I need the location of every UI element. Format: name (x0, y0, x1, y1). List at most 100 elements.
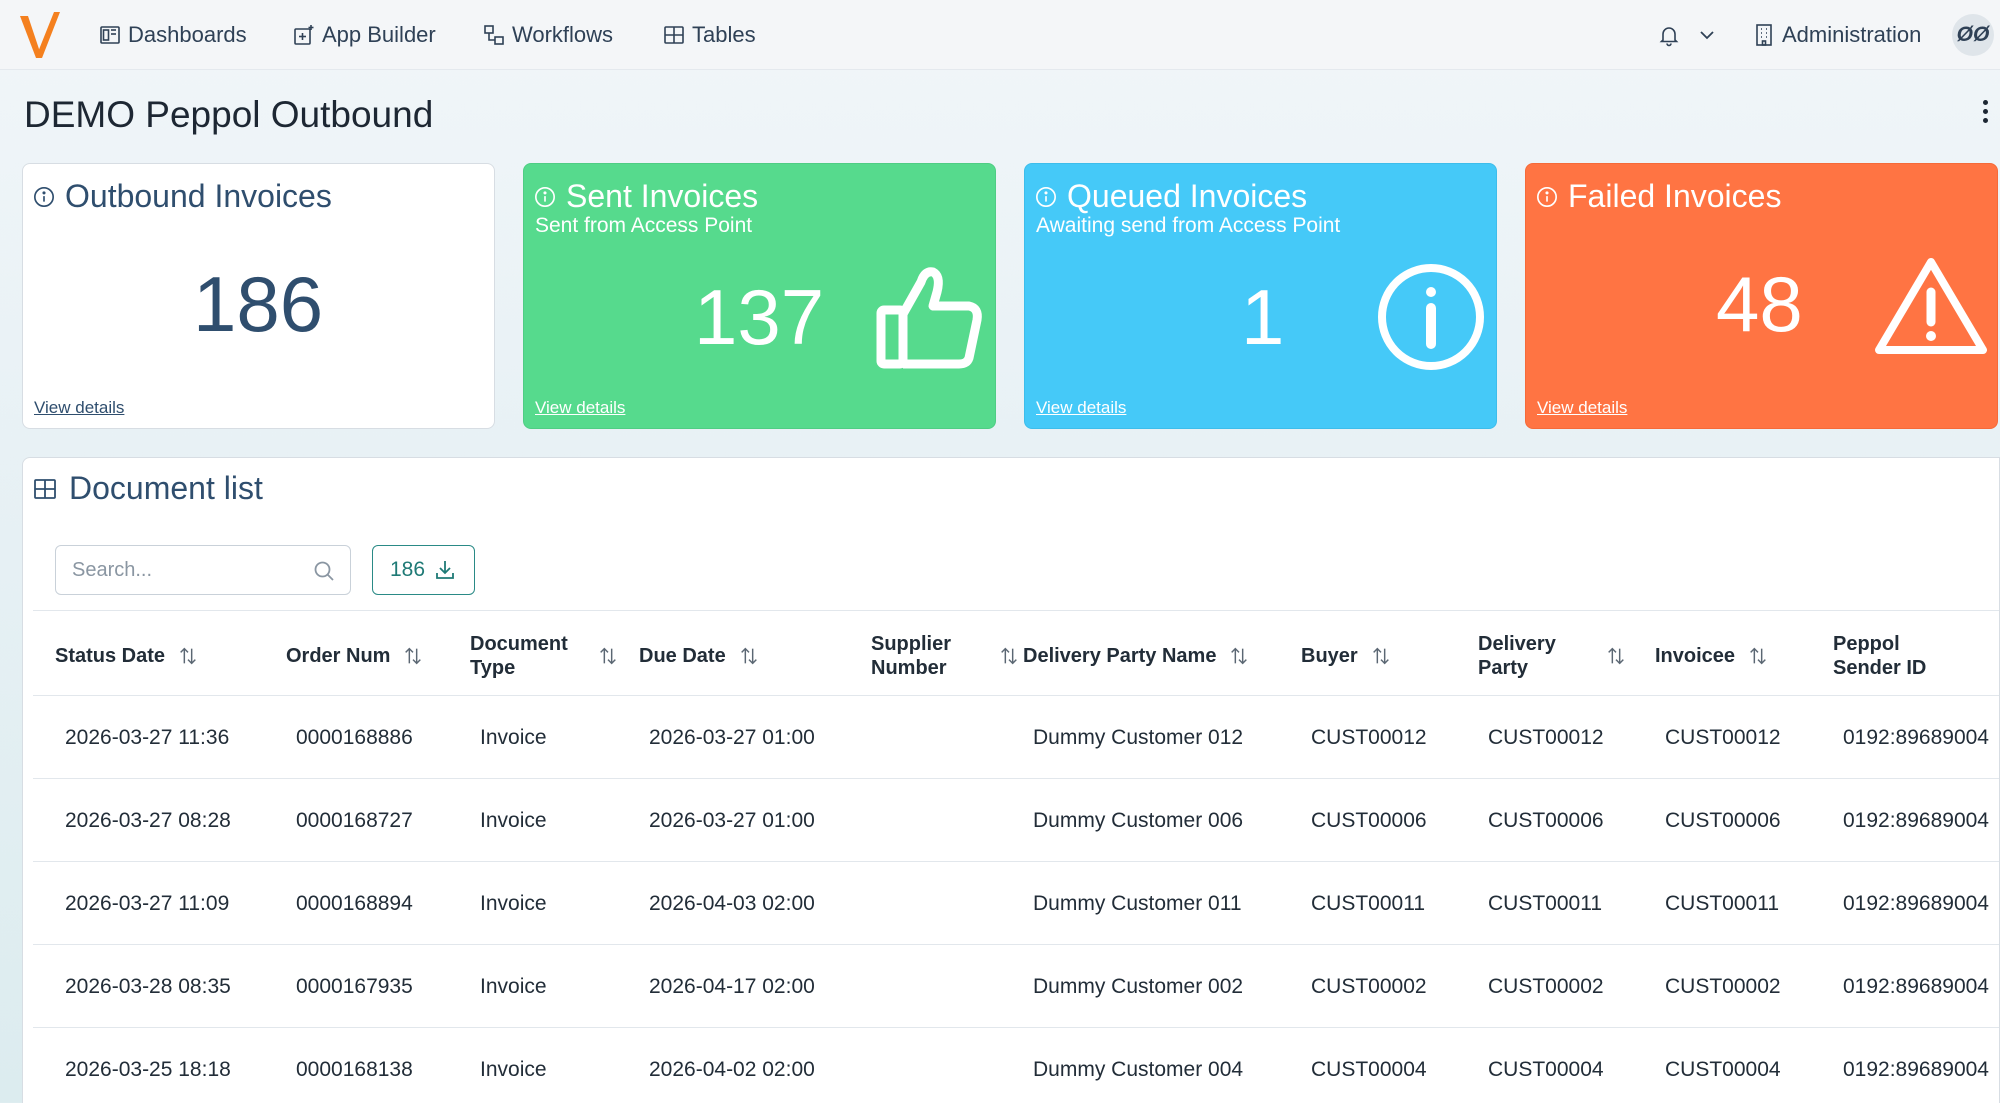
table-cell: CUST00012 (1488, 725, 1604, 749)
document-list-panel: Document list Search... 186 Status Date O… (22, 457, 2000, 1103)
column-header[interactable]: Delivery Party Name (1023, 628, 1250, 684)
table-cell: Invoice (480, 808, 547, 832)
table-cell: 2026-03-27 08:28 (65, 808, 231, 832)
card-title-label: Sent Invoices (566, 178, 759, 214)
table-cell: 0192:89689004 (1843, 808, 1989, 832)
nav-tables[interactable]: Tables (662, 20, 756, 50)
table-cell: 2026-03-28 08:35 (65, 974, 231, 998)
brand-logo[interactable] (16, 6, 64, 64)
column-header[interactable]: Order Num (286, 628, 424, 684)
table-row[interactable]: 2026-03-27 11:09 0000168894 Invoice 2026-04… (33, 861, 1999, 944)
sort-icon[interactable] (1370, 645, 1392, 667)
table-cell: CUST00004 (1311, 1057, 1427, 1081)
card-value: 1 (1241, 273, 1285, 361)
table-cell: Dummy Customer 002 (1033, 974, 1244, 998)
table-cell: CUST00002 (1488, 974, 1604, 998)
warning-icon (1875, 258, 1987, 354)
view-details-link[interactable]: View details (1036, 398, 1126, 418)
column-header-label: Peppol Sender ID (1833, 633, 1927, 679)
table-cell: Dummy Customer 004 (1033, 1057, 1244, 1081)
card-outbound-invoices: Outbound Invoices 186 View details (22, 163, 495, 429)
table-cell: Dummy Customer 006 (1033, 808, 1244, 832)
column-header[interactable]: Invoicee (1655, 628, 1769, 684)
table-cell: 0192:89689004 (1843, 974, 1989, 998)
sort-icon[interactable] (998, 645, 1020, 667)
table-cell: Dummy Customer 011 (1033, 891, 1242, 915)
table-row[interactable]: 2026-03-25 18:18 0000168138 Invoice 2026-04… (33, 1027, 1999, 1103)
nav-app-builder-label: App Builder (322, 22, 436, 47)
nav-administration[interactable]: Administration (1752, 20, 1921, 50)
table-row[interactable]: 2026-03-27 11:36 0000168886 Invoice 2026-03… (33, 695, 1999, 778)
table-row[interactable]: 2026-03-28 08:35 0000167935 Invoice 2026-04… (33, 944, 1999, 1027)
table-cell: 0000168894 (296, 891, 413, 915)
table-cell: CUST00002 (1311, 974, 1427, 998)
table-cell: CUST00004 (1488, 1057, 1604, 1081)
notifications-menu[interactable] (1657, 20, 1719, 50)
column-header[interactable]: Delivery Party (1478, 628, 1627, 684)
column-header[interactable]: Document Type (470, 628, 619, 684)
search-icon[interactable] (312, 559, 336, 583)
table-cell: 2026-04-02 02:00 (649, 1057, 815, 1081)
table-top-divider (33, 610, 1999, 611)
table-cell: 0000168138 (296, 1057, 413, 1081)
sort-icon[interactable] (402, 645, 424, 667)
app-builder-icon (294, 25, 314, 45)
table-cell: 0192:89689004 (1843, 725, 1989, 749)
dashboard-icon (100, 26, 120, 44)
card-title-label: Queued Invoices (1067, 178, 1308, 214)
table-cell: 2026-03-27 11:09 (65, 891, 230, 915)
sort-icon[interactable] (1228, 645, 1250, 667)
nav-workflows[interactable]: Workflows (482, 20, 613, 50)
table-cell: 2026-04-03 02:00 (649, 891, 815, 915)
sort-icon[interactable] (1747, 645, 1769, 667)
export-count-button[interactable]: 186 (372, 545, 475, 595)
info-icon[interactable] (1536, 186, 1558, 208)
table-cell: CUST00006 (1311, 808, 1427, 832)
column-header-label: Delivery Party Name (1023, 645, 1217, 667)
card-failed-invoices: Failed Invoices 48 View details (1525, 163, 1998, 429)
table-cell: 2026-03-27 01:00 (649, 808, 815, 832)
table-cell: 0000168886 (296, 725, 413, 749)
thumbs-up-icon (876, 267, 982, 369)
top-navigation: Dashboards App Builder Workflows Tables … (0, 0, 2000, 70)
workflows-icon (484, 25, 504, 45)
column-header-label: Delivery Party (1478, 633, 1556, 679)
table-icon (34, 478, 56, 499)
column-header[interactable]: Supplier Number (871, 628, 1020, 684)
nav-dashboards[interactable]: Dashboards (98, 20, 247, 50)
card-title: Sent Invoices (534, 178, 758, 215)
search-input[interactable]: Search... (55, 545, 351, 595)
card-value: 186 (193, 260, 324, 348)
nav-app-builder[interactable]: App Builder (292, 20, 436, 50)
column-header-label: Document Type (470, 633, 568, 679)
sort-icon[interactable] (177, 645, 199, 667)
table-cell: 0192:89689004 (1843, 891, 1989, 915)
column-header[interactable]: Peppol Sender ID (1833, 628, 1948, 684)
view-details-link[interactable]: View details (535, 398, 625, 418)
column-header[interactable]: Buyer (1301, 628, 1392, 684)
column-header-label: Buyer (1301, 645, 1358, 667)
table-row[interactable]: 2026-03-27 08:28 0000168727 Invoice 2026-03… (33, 778, 1999, 861)
info-icon[interactable] (33, 186, 55, 208)
table-cell: CUST00011 (1311, 891, 1426, 915)
user-avatar[interactable]: ØØ (1952, 14, 1994, 56)
sort-icon[interactable] (1605, 645, 1627, 667)
card-subtitle: Awaiting send from Access Point (1036, 214, 1341, 237)
column-header-label: Supplier Number (871, 633, 952, 679)
column-header[interactable]: Due Date (639, 628, 760, 684)
card-value: 48 (1716, 260, 1803, 348)
view-details-link[interactable]: View details (34, 398, 124, 418)
sort-icon[interactable] (738, 645, 760, 667)
sort-icon[interactable] (597, 645, 619, 667)
view-details-link[interactable]: View details (1537, 398, 1627, 418)
info-icon[interactable] (534, 186, 556, 208)
column-header-label: Invoicee (1655, 645, 1736, 667)
info-icon[interactable] (1035, 186, 1057, 208)
card-title-label: Outbound Invoices (65, 178, 332, 214)
page-title: DEMO Peppol Outbound (24, 94, 434, 135)
more-options-icon[interactable] (1980, 100, 1990, 128)
column-header[interactable]: Status Date (55, 628, 199, 684)
table-cell: 0000168727 (296, 808, 413, 832)
card-title: Outbound Invoices (33, 178, 332, 215)
column-header-label: Due Date (639, 645, 726, 667)
